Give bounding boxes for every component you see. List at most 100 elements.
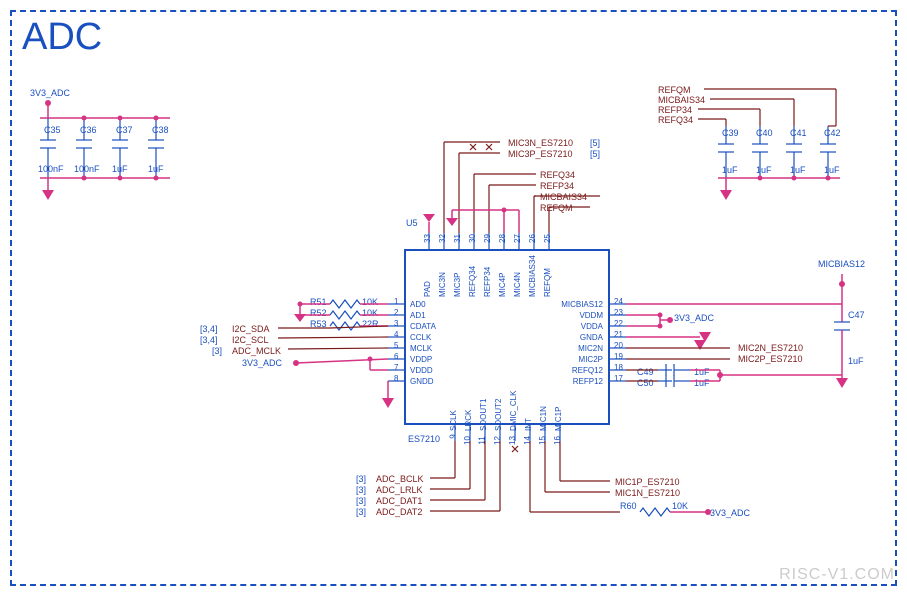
pin-name: REFP34 (483, 267, 492, 297)
cap-ref: C37 (116, 125, 133, 135)
net-idx: [3,4] (200, 324, 218, 334)
pin-num: 30 (468, 234, 477, 243)
res-val: 10K (362, 308, 378, 318)
pin-name: VDDD (410, 366, 433, 375)
pin-name: REFQ12 (572, 366, 603, 375)
pin-num: 22 (614, 319, 623, 328)
cap-val: 100nF (38, 164, 64, 174)
pin-name: GNDD (410, 377, 434, 386)
cap-val: 1uF (824, 165, 840, 175)
schematic-title: ADC (22, 16, 102, 59)
pin-num: 32 (438, 234, 447, 243)
net-idx: [3] (356, 474, 366, 484)
pin-name: SDOUT1 (479, 399, 488, 431)
ic-part: ES7210 (408, 434, 440, 444)
cap-ref: C36 (80, 125, 97, 135)
net: REFQ34 (658, 115, 693, 125)
pin-num: 2 (394, 308, 398, 317)
pin-num: 16 (553, 436, 562, 445)
pin-num: 5 (394, 341, 398, 350)
net: REFP34 (658, 105, 692, 115)
pin-num: 17 (614, 374, 623, 383)
pin-num: 26 (528, 234, 537, 243)
net: MIC3P_ES7210 (508, 149, 573, 159)
pin-name: REFQM (543, 268, 552, 297)
pin-num: 31 (453, 234, 462, 243)
pin-name: MIC2N (578, 344, 603, 353)
pin-name: MCLK (410, 344, 432, 353)
pin-name: CCLK (410, 333, 431, 342)
pin-name: REFP12 (573, 377, 603, 386)
pin-name: MIC1N (539, 406, 548, 431)
pin-name: MIC1P (554, 407, 563, 431)
pin-num: 4 (394, 330, 398, 339)
pin-num: 24 (614, 297, 623, 306)
net: REFP34 (540, 181, 574, 191)
cap-val: 1uF (722, 165, 738, 175)
pin-name: INT (524, 418, 533, 431)
res-val: 10K (362, 297, 378, 307)
pin-num: 14 (523, 436, 532, 445)
cap-ref: C38 (152, 125, 169, 135)
net: ADC_LRLK (376, 485, 423, 495)
cap-ref: C42 (824, 128, 841, 138)
net: ADC_DAT1 (376, 496, 422, 506)
pin-num: 23 (614, 308, 623, 317)
pin-num: 28 (498, 234, 507, 243)
pin-num: 1 (394, 297, 398, 306)
net: ADC_BCLK (376, 474, 424, 484)
pwr-rail: 3V3_ADC (674, 313, 714, 323)
net: ADC_MCLK (232, 346, 281, 356)
cap-ref: C50 (637, 378, 654, 388)
cap-val: 1uF (694, 378, 710, 388)
ic-ref: U5 (406, 218, 418, 228)
res-ref: R60 (620, 501, 637, 511)
pin-name: VDDA (581, 322, 603, 331)
pin-name: DMIC_CLK (509, 391, 518, 431)
net: MIC1N_ES7210 (615, 488, 680, 498)
pin-name: SCLK (449, 410, 458, 431)
pin-num: 27 (513, 234, 522, 243)
pin-num: 6 (394, 352, 398, 361)
pin-name: LRCK (464, 410, 473, 431)
pin-name: VDDP (410, 355, 432, 364)
cap-ref: C41 (790, 128, 807, 138)
pin-name: SDOUT2 (494, 399, 503, 431)
net-idx: [3,4] (200, 335, 218, 345)
pin-num: 15 (538, 436, 547, 445)
pwr-rail: 3V3_ADC (710, 508, 750, 518)
net: MIC3N_ES7210 (508, 138, 573, 148)
cap-ref: C49 (637, 367, 654, 377)
pin-num: 9 (449, 434, 458, 438)
cap-ref: C47 (848, 310, 865, 320)
pwr-rail: 3V3_ADC (30, 88, 70, 98)
pin-name: VDDM (579, 311, 603, 320)
net-idx: [3] (212, 346, 222, 356)
cap-val: 1uF (694, 367, 710, 377)
cap-ref: C39 (722, 128, 739, 138)
res-val: 22R (362, 319, 379, 329)
micbias12-label: MICBIAS12 (818, 259, 865, 269)
pin-num: 18 (614, 363, 623, 372)
cap-val: 1uF (148, 164, 164, 174)
res-ref: R53 (310, 319, 327, 329)
net-idx: [3] (356, 496, 366, 506)
net: MIC1P_ES7210 (615, 477, 680, 487)
pin-num: 10 (463, 436, 472, 445)
pin-num: 3 (394, 319, 398, 328)
pwr-rail: 3V3_ADC (242, 358, 282, 368)
cap-ref: C40 (756, 128, 773, 138)
net: MICBAIS34 (658, 95, 705, 105)
net-idx: [5] (590, 138, 600, 148)
cap-val: 1uF (790, 165, 806, 175)
cap-ref: C35 (44, 125, 61, 135)
pin-name: MIC4P (498, 273, 507, 297)
pin-num: 33 (423, 234, 432, 243)
net-idx: [3] (356, 485, 366, 495)
pin-name: MICBIAS12 (561, 300, 603, 309)
pin-name: PAD (423, 281, 432, 297)
res-val: 10K (672, 501, 688, 511)
pin-name: MIC3N (438, 272, 447, 297)
pin-num: 21 (614, 330, 623, 339)
pin-num: 29 (483, 234, 492, 243)
